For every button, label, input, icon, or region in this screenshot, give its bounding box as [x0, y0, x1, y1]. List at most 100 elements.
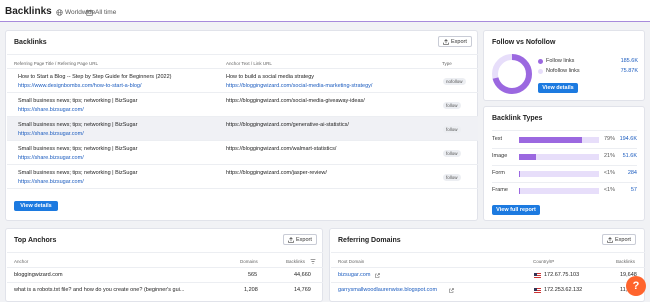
type-value[interactable]: 284 [628, 170, 637, 176]
follow-dot-icon [538, 58, 543, 64]
referring-page-url[interactable]: https://share.bizsugar.com/ [18, 179, 84, 185]
col-type: Type [442, 61, 452, 66]
sort-icon[interactable] [310, 259, 316, 264]
view-full-report-button[interactable]: View full report [492, 205, 540, 215]
type-value[interactable]: 51.6K [623, 153, 637, 159]
anchor-backlinks[interactable]: 44,660 [294, 272, 311, 278]
top-anchors-title: Top Anchors [14, 237, 57, 244]
type-row-frame[interactable]: Frame <1% 57 [492, 187, 637, 195]
table-row[interactable]: How to Start a Blog -- Step by Step Guid… [7, 68, 478, 92]
us-flag-icon [534, 288, 541, 293]
export-icon [288, 236, 294, 243]
follow-legend: Follow links [538, 58, 574, 64]
type-label: Frame [492, 187, 508, 193]
table-row[interactable]: Small business news; tips; networking | … [7, 92, 478, 116]
backlink-types-title: Backlink Types [492, 115, 543, 122]
col-country-ip: Country/IP [533, 259, 555, 264]
help-button[interactable]: ? [626, 276, 646, 296]
type-label: Form [492, 170, 505, 176]
top-anchors-card: Top Anchors Export Anchor Domains Backli… [5, 228, 323, 302]
root-domain-link[interactable]: garrysmallwoodlaurenwise.blogspot.com [338, 287, 437, 293]
domain-ip: 172.253.62.132 [544, 287, 583, 293]
domain-ip: 172.67.75.103 [544, 272, 580, 278]
backlinks-view-details-button[interactable]: View details [14, 201, 58, 211]
type-row-form[interactable]: Form <1% 284 [492, 170, 637, 178]
referring-page-url[interactable]: https://www.designbombs.com/how-to-start… [18, 83, 142, 89]
referring-page-title: Small business news; tips; networking | … [18, 98, 138, 104]
anchor-domains[interactable]: 565 [248, 272, 257, 278]
anchors-export-button[interactable]: Export [283, 234, 317, 245]
anchors-export-label: Export [296, 236, 312, 243]
root-domain-link[interactable]: bizsugar.com [338, 272, 370, 278]
calendar-icon [86, 10, 93, 16]
export-icon [443, 38, 449, 45]
type-bar-track [519, 137, 599, 143]
col-domain-backlinks: Backlinks [616, 259, 636, 264]
type-badge: follow [443, 174, 461, 181]
col-root-domain: Root Domain [338, 259, 365, 264]
type-row-image[interactable]: Image 21% 51.6K [492, 153, 637, 161]
type-label: Text [492, 136, 503, 142]
referring-domains-title: Referring Domains [338, 237, 401, 244]
follow-nofollow-title: Follow vs Nofollow [492, 39, 556, 46]
page-title: Backlinks [5, 6, 52, 17]
period-filter[interactable]: All time [86, 9, 116, 16]
type-badge: follow [443, 126, 461, 133]
referring-page-title: Small business news; tips; networking | … [18, 122, 138, 128]
referring-page-url[interactable]: https://share.bizsugar.com/ [18, 107, 84, 113]
table-row[interactable]: what is a robots.txt file? and how do yo… [7, 282, 323, 297]
link-url[interactable]: https://bloggingwizard.com/social-media-… [226, 83, 372, 89]
anchor-text: what is a robots.txt file? and how do yo… [14, 287, 185, 293]
type-badge: nofollow [443, 78, 466, 85]
type-value[interactable]: 194.6K [620, 136, 637, 142]
table-row[interactable]: bloggingwizard.com 565 44,660 [7, 267, 323, 282]
type-percent: 79% [603, 136, 615, 142]
anchor-text: https://bloggingwizard.com/generative-ai… [226, 122, 349, 128]
follow-value[interactable]: 185.6K [621, 58, 638, 64]
type-percent: 21% [603, 153, 615, 159]
follow-donut-chart [492, 54, 532, 94]
col-referring-page: Referring Page Title / Referring Page UR… [14, 61, 99, 66]
type-bar-fill [519, 188, 520, 194]
external-link-icon[interactable] [375, 273, 380, 278]
nofollow-dot-icon [538, 68, 543, 74]
table-row[interactable]: Small business news; tips; networking | … [7, 140, 478, 164]
type-row-text[interactable]: Text 79% 194.6K [492, 136, 637, 144]
table-row[interactable]: Small business news; tips; networking | … [7, 116, 478, 140]
anchor-backlinks[interactable]: 14,769 [294, 287, 311, 293]
referring-page-title: Small business news; tips; networking | … [18, 170, 138, 176]
domains-export-button[interactable]: Export [602, 234, 636, 245]
type-badge: follow [443, 150, 461, 157]
nofollow-value[interactable]: 75.87K [621, 68, 638, 74]
anchor-text: https://bloggingwizard.com/jasper-review… [226, 170, 327, 176]
type-bar-track [519, 188, 599, 194]
follow-view-details-button[interactable]: View details [538, 83, 578, 93]
referring-page-url[interactable]: https://share.bizsugar.com/ [18, 155, 84, 161]
type-bar-fill [519, 171, 520, 177]
domains-export-label: Export [615, 236, 631, 243]
col-domains: Domains [240, 259, 258, 264]
referring-page-title: How to Start a Blog -- Step by Step Guid… [18, 74, 172, 80]
follow-nofollow-card: Follow vs Nofollow Follow links 185.6K N… [483, 30, 645, 101]
backlink-types-card: Backlink Types Text 79% 194.6K Image 21%… [483, 106, 645, 221]
col-anchor: Anchor [14, 259, 29, 264]
table-row[interactable]: garrysmallwoodlaurenwise.blogspot.com 17… [331, 282, 645, 297]
export-icon [607, 236, 613, 243]
table-row[interactable]: bizsugar.com 172.67.75.103 19,648 [331, 267, 645, 282]
anchor-domains[interactable]: 1,208 [244, 287, 258, 293]
type-bar-track [519, 171, 599, 177]
referring-page-url[interactable]: https://share.bizsugar.com/ [18, 131, 84, 137]
table-row[interactable]: Small business news; tips; networking | … [7, 164, 478, 188]
referring-domains-card: Referring Domains Export Root Domain Cou… [329, 228, 645, 302]
type-value[interactable]: 57 [631, 187, 637, 193]
external-link-icon[interactable] [449, 288, 454, 293]
anchor-text: How to build a social media strategy [226, 74, 315, 80]
type-label: Image [492, 153, 508, 159]
backlinks-export-button[interactable]: Export [438, 36, 472, 47]
col-anchor: Anchor Text / Link URL [226, 61, 272, 66]
type-badge: follow [443, 102, 461, 109]
backlinks-card: Backlinks Export Referring Page Title / … [5, 30, 478, 221]
follow-label: Follow links [546, 58, 575, 64]
us-flag-icon [534, 273, 541, 278]
nofollow-legend: Nofollow links [538, 68, 580, 74]
